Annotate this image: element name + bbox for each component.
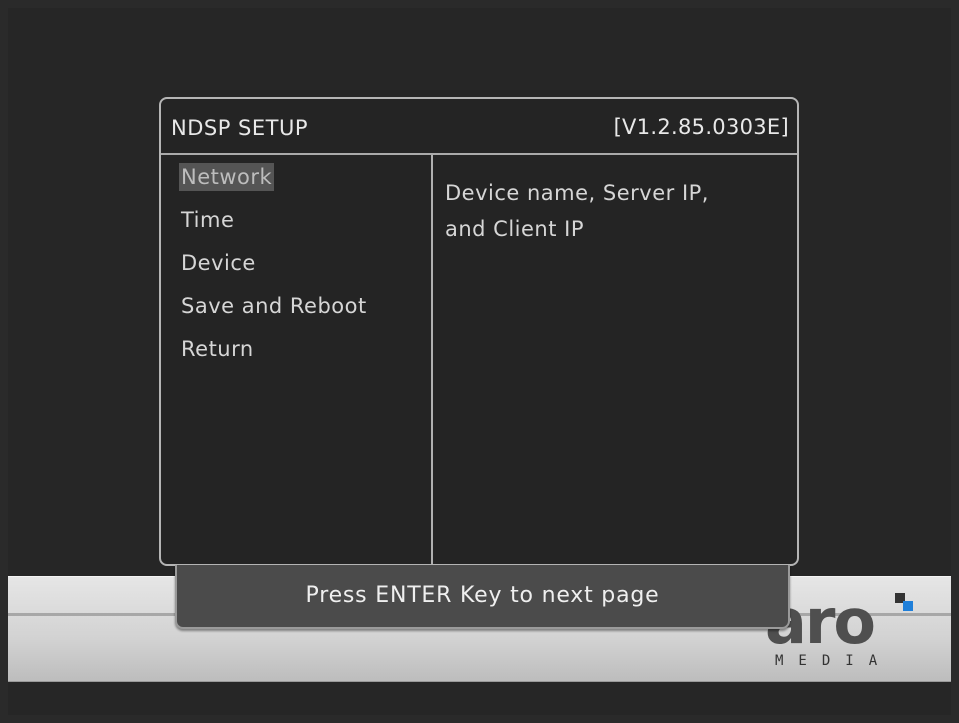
logo-square-blue-icon <box>903 601 913 611</box>
tv-screen: aro MEDIA NDSP SETUP [V1.2.85.0303E] Net… <box>8 8 951 715</box>
description-text: Device name, Server IP, and Client IP <box>445 181 709 241</box>
menu-item-save-and-reboot[interactable]: Save and Reboot <box>179 292 369 320</box>
logo-word: MEDIA <box>775 653 893 669</box>
dialog-header: NDSP SETUP [V1.2.85.0303E] <box>161 99 797 155</box>
footer-prompt: Press ENTER Key to next page <box>175 565 790 629</box>
description-pane: Device name, Server IP, and Client IP <box>433 155 797 564</box>
menu-item-return[interactable]: Return <box>179 335 256 363</box>
firmware-version: [V1.2.85.0303E] <box>613 115 789 139</box>
footer-prompt-text: Press ENTER Key to next page <box>305 583 660 608</box>
setup-dialog: NDSP SETUP [V1.2.85.0303E] Network Time … <box>159 97 799 566</box>
menu-pane: Network Time Device Save and Reboot Retu… <box>161 155 433 564</box>
dialog-title: NDSP SETUP <box>171 116 309 140</box>
menu-item-network[interactable]: Network <box>179 163 275 191</box>
menu-item-device[interactable]: Device <box>179 249 258 277</box>
menu-item-time[interactable]: Time <box>179 206 236 234</box>
